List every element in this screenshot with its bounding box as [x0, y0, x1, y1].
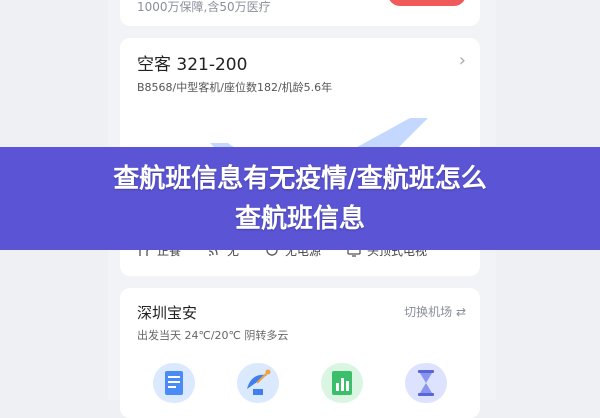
- article-title-banner: 查航班信息有无疫情/查航班怎么 查航班信息: [0, 147, 600, 250]
- banner-title-line1: 查航班信息有无疫情/查航班怎么: [113, 164, 487, 194]
- switch-airport-button[interactable]: 切换机场 ⇄: [404, 303, 466, 320]
- airport-name: 深圳宝安: [137, 304, 198, 322]
- insurance-card[interactable]: 1000万保障,含50万医疗: [120, 0, 480, 26]
- document-icon: [165, 371, 183, 395]
- insurance-subtitle: 1000万保障,含50万医疗: [137, 0, 271, 14]
- service-icon-satellite[interactable]: [237, 363, 279, 403]
- weather-forecast: 出发当天 24℃/20℃ 阴转多云: [137, 329, 289, 342]
- service-icon-document[interactable]: [153, 363, 195, 403]
- hourglass-icon: [418, 370, 434, 396]
- service-icon-hourglass[interactable]: [405, 363, 447, 403]
- banner-title-line2: 查航班信息: [234, 204, 365, 234]
- bar-chart-icon: [332, 371, 352, 395]
- buy-insurance-button[interactable]: [388, 0, 466, 6]
- service-icon-chart[interactable]: [321, 363, 363, 403]
- aircraft-details: B8568/中型客机/座位数182/机龄5.6年: [137, 81, 333, 94]
- aircraft-model: 空客 321-200: [137, 55, 248, 75]
- chevron-right-icon[interactable]: ›: [459, 50, 466, 71]
- weather-card: 深圳宝安 切换机场 ⇄ 出发当天 24℃/20℃ 阴转多云: [120, 288, 480, 418]
- satellite-dish-icon: [247, 369, 271, 395]
